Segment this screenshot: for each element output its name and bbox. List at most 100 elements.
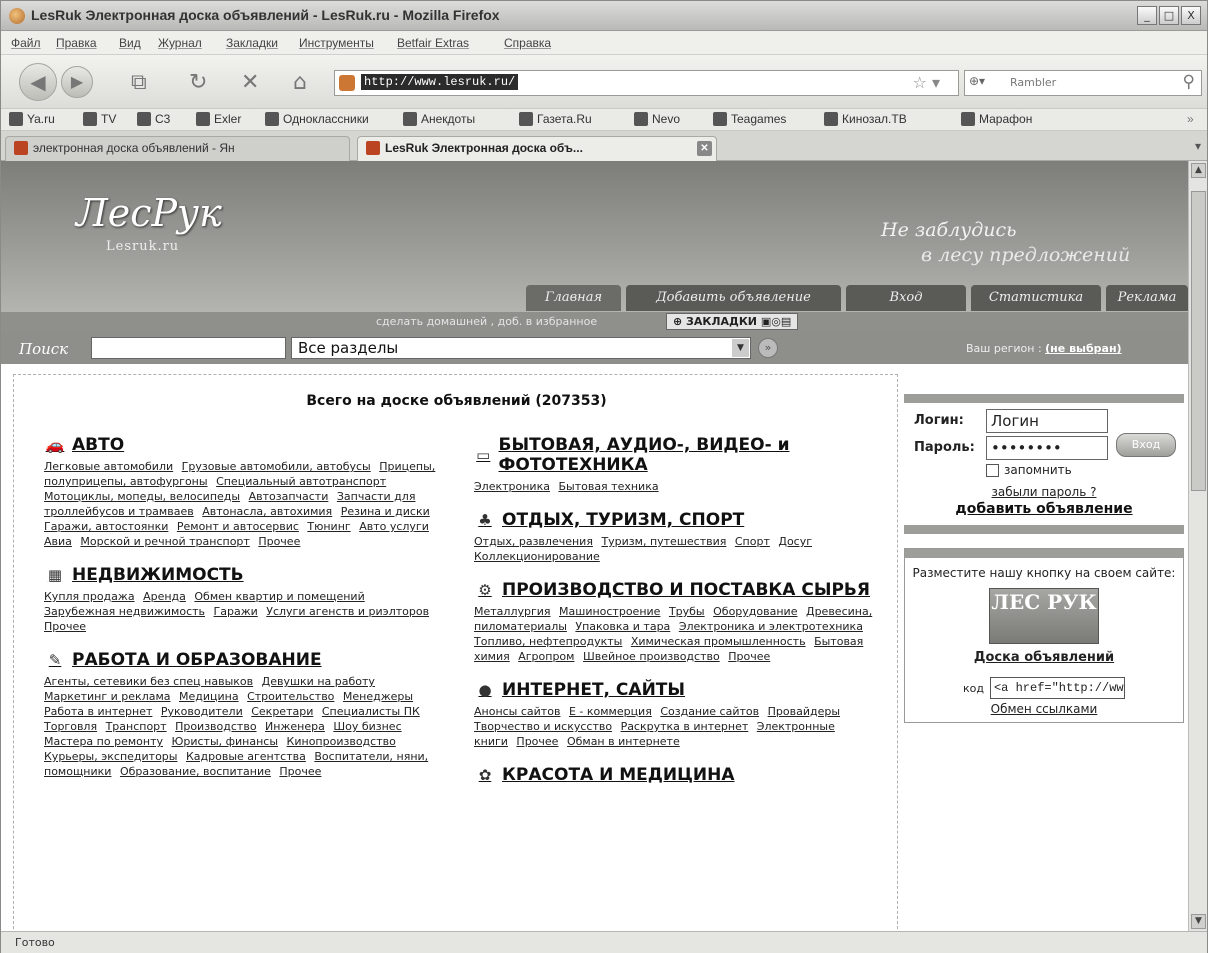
section-select[interactable]: Все разделы ▼	[291, 337, 751, 359]
category-link[interactable]: Грузовые автомобили, автобусы	[182, 460, 371, 473]
category-link[interactable]: Раскрутка в интернет	[621, 720, 749, 733]
close-button[interactable]: X	[1181, 6, 1201, 25]
category-link[interactable]: Купля продажа	[44, 590, 135, 603]
category-link[interactable]: Производство	[175, 720, 256, 733]
magnifier-icon[interactable]: ⚲	[1183, 72, 1195, 92]
search-box[interactable]: ⊕▾ Rambler ⚲	[964, 70, 1202, 96]
minimize-button[interactable]: _	[1137, 6, 1157, 25]
remember-checkbox[interactable]	[986, 463, 999, 477]
scroll-up-icon[interactable]: ▲	[1191, 163, 1206, 178]
category-link[interactable]: Агропром	[518, 650, 574, 663]
category-link[interactable]: Кадровые агентства	[186, 750, 306, 763]
category-title-text[interactable]: ОТДЫХ, ТУРИЗМ, СПОРТ	[502, 510, 744, 530]
menu-view[interactable]: Вид	[119, 36, 141, 50]
tab-close-icon[interactable]: ✕	[697, 141, 712, 156]
category-link[interactable]: Работа в интернет	[44, 705, 152, 718]
category-link[interactable]: Упаковка и тара	[575, 620, 670, 633]
category-link[interactable]: Творчество и искусство	[474, 720, 612, 733]
add-ad-link[interactable]: добавить объявление	[904, 501, 1184, 517]
category-link[interactable]: Медицина	[179, 690, 239, 703]
category-link[interactable]: Мотоциклы, мопеды, велосипеды	[44, 490, 240, 503]
category-link[interactable]: Трубы	[669, 605, 705, 618]
nav-add-ad[interactable]: Добавить объявление	[626, 285, 841, 311]
category-link[interactable]: Электроника	[474, 480, 550, 493]
scroll-down-icon[interactable]: ▼	[1191, 914, 1206, 929]
search-go-icon[interactable]: »	[758, 338, 778, 358]
category-link[interactable]: Кинопроизводство	[287, 735, 396, 748]
home-icon[interactable]: ⌂	[293, 70, 307, 95]
reload-icon[interactable]: ↻	[189, 70, 207, 95]
tab-list-icon[interactable]: ▾	[1195, 139, 1201, 153]
category-title[interactable]: ✿ КРАСОТА И МЕДИЦИНА	[474, 765, 874, 785]
menu-betfair[interactable]: Betfair Extras	[397, 36, 469, 50]
category-link[interactable]: Мастера по ремонту	[44, 735, 163, 748]
search-placeholder[interactable]: Rambler	[1010, 76, 1056, 89]
category-title-text[interactable]: РАБОТА И ОБРАЗОВАНИЕ	[72, 650, 322, 670]
chevron-down-icon[interactable]: ▼	[732, 339, 749, 357]
category-link[interactable]: Автозапчасти	[249, 490, 329, 503]
category-link[interactable]: Отдых, развлечения	[474, 535, 593, 548]
category-link[interactable]: Транспорт	[106, 720, 167, 733]
menu-help[interactable]: Справка	[504, 36, 551, 50]
category-link[interactable]: Коллекционирование	[474, 550, 600, 563]
category-link[interactable]: Курьеры, экспедиторы	[44, 750, 177, 763]
category-link[interactable]: Гаражи, автостоянки	[44, 520, 168, 533]
forgot-password-link[interactable]: забыли пароль ?	[904, 485, 1184, 499]
menu-file[interactable]: Файл	[11, 36, 41, 50]
category-title[interactable]: ⚙ ПРОИЗВОДСТВО И ПОСТАВКА СЫРЬЯ	[474, 580, 874, 600]
category-link[interactable]: Автонасла, автохимия	[202, 505, 332, 518]
category-link[interactable]: Досуг	[778, 535, 812, 548]
bookmark-item[interactable]: Ya.ru	[9, 112, 55, 126]
category-link[interactable]: Авиа	[44, 535, 72, 548]
category-link[interactable]: Бытовая техника	[558, 480, 658, 493]
category-link[interactable]: Машиностроение	[559, 605, 660, 618]
category-link[interactable]: Обмен квартир и помещений	[194, 590, 364, 603]
category-link[interactable]: Резина и диски	[341, 505, 430, 518]
category-link[interactable]: Шоу бизнес	[333, 720, 401, 733]
password-input[interactable]: ••••••••	[986, 435, 1108, 460]
category-link[interactable]: Анонсы сайтов	[474, 705, 560, 718]
code-field[interactable]: <a href="http://ww	[989, 677, 1125, 699]
bookmark-item[interactable]: Одноклассники	[265, 112, 369, 126]
category-link[interactable]: Химическая промышленность	[631, 635, 806, 648]
category-link[interactable]: Прочее	[516, 735, 558, 748]
category-link[interactable]: Руководители	[161, 705, 243, 718]
category-title-text[interactable]: БЫТОВАЯ, АУДИО-, ВИДЕО- и ФОТОТЕХНИКА	[499, 435, 874, 475]
category-link[interactable]: Оборудование	[713, 605, 797, 618]
category-link[interactable]: Топливо, нефтепродукты	[474, 635, 622, 648]
category-link[interactable]: Специальный автотранспорт	[216, 475, 386, 488]
category-title-text[interactable]: НЕДВИЖИМОСТЬ	[72, 565, 244, 585]
bookmark-item[interactable]: Exler	[196, 112, 241, 126]
category-link[interactable]: Инженера	[265, 720, 325, 733]
category-link[interactable]: Гаражи	[214, 605, 258, 618]
nav-home[interactable]: Главная	[526, 285, 621, 311]
forward-button[interactable]: ▶	[61, 66, 93, 98]
category-link[interactable]: Прочее	[279, 765, 321, 778]
category-title-text[interactable]: КРАСОТА И МЕДИЦИНА	[502, 765, 735, 785]
category-link[interactable]: Ремонт и автосервис	[177, 520, 299, 533]
nav-login[interactable]: Вход	[846, 285, 966, 311]
category-link[interactable]: Секретари	[251, 705, 313, 718]
zakladki-button[interactable]: ⊕ ЗАКЛАДКИ ▣◎▤	[666, 313, 799, 330]
category-link[interactable]: Создание сайтов	[660, 705, 759, 718]
vertical-scrollbar[interactable]: ▲ ▼	[1188, 161, 1207, 931]
region-link[interactable]: (не выбран)	[1045, 342, 1121, 355]
category-link[interactable]: Морской и речной транспорт	[80, 535, 249, 548]
category-link[interactable]: Агенты, сетевики без спец навыков	[44, 675, 253, 688]
category-link[interactable]: Провайдеры	[768, 705, 840, 718]
login-input[interactable]: Логин	[986, 408, 1108, 433]
bookmark-item[interactable]: Анекдоты	[403, 112, 475, 126]
category-link[interactable]: Маркетинг и реклама	[44, 690, 171, 703]
url-text[interactable]: http://www.lesruk.ru/	[361, 74, 519, 90]
category-link[interactable]: Швейное производство	[583, 650, 720, 663]
maximize-button[interactable]: □	[1159, 6, 1179, 25]
category-link[interactable]: Менеджеры	[343, 690, 413, 703]
category-link[interactable]: E - коммерция	[569, 705, 652, 718]
category-title[interactable]: ✎ РАБОТА И ОБРАЗОВАНИЕ	[44, 650, 444, 670]
category-link[interactable]: Авто услуги	[359, 520, 429, 533]
category-link[interactable]: Аренда	[143, 590, 186, 603]
nav-stats[interactable]: Статистика	[971, 285, 1101, 311]
category-title[interactable]: ♣ ОТДЫХ, ТУРИЗМ, СПОРТ	[474, 510, 874, 530]
site-search-input[interactable]	[91, 337, 286, 359]
promo-board-link[interactable]: Доска объявлений	[905, 650, 1183, 665]
